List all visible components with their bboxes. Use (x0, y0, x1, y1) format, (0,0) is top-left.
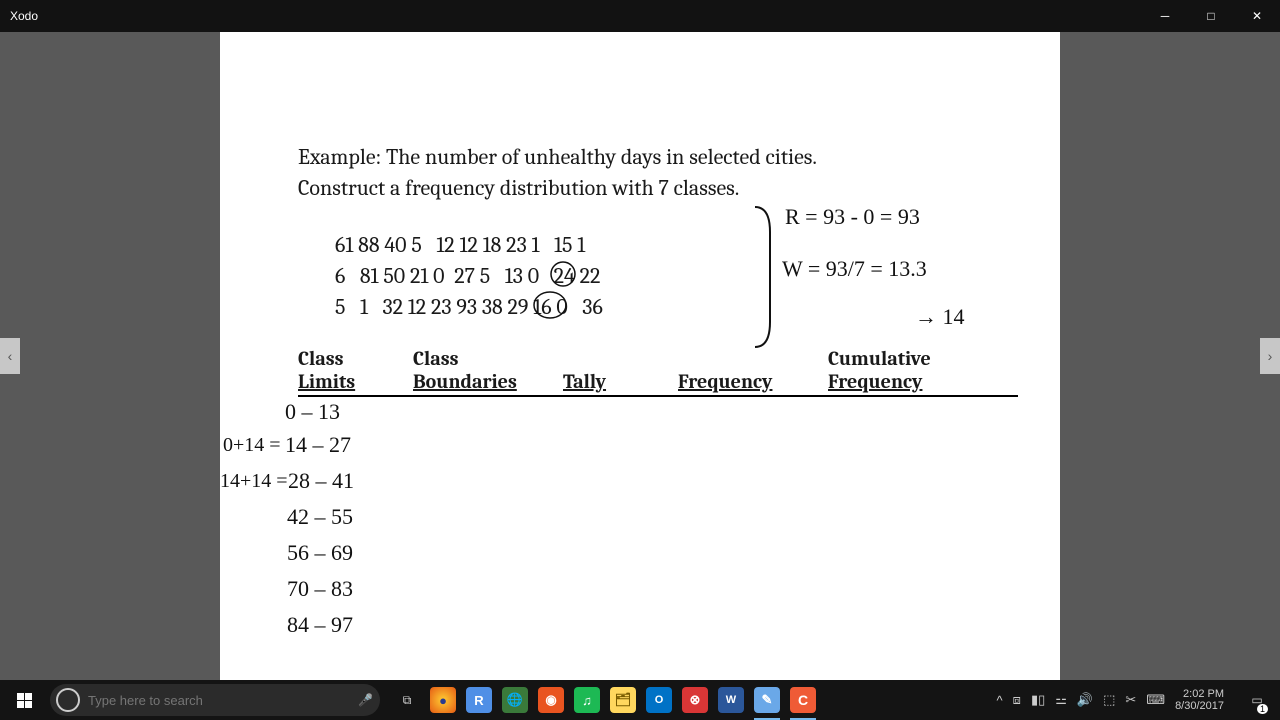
th-class-limits: Class Limits (298, 347, 413, 395)
th-cumulative-frequency: Cumulative Frequency (828, 347, 948, 395)
taskbar-apps: ⧉ ● R 🌐 ◉ ♫ 🗂 O ⊗ W ✎ C (390, 680, 820, 720)
file-explorer-icon[interactable]: 🗂 (606, 680, 640, 720)
spotify-icon[interactable]: ♫ (570, 680, 604, 720)
hw-class-7: 84 – 97 (287, 610, 353, 640)
pdf-page: Example: The number of unhealthy days in… (220, 32, 1060, 680)
bracket-icon (750, 202, 780, 352)
hw-class-6: 70 – 83 (287, 574, 353, 604)
action-center-icon[interactable]: ▭ 1 (1240, 680, 1274, 720)
notification-badge: 1 (1257, 704, 1268, 714)
hw-width: W = 93/7 = 13.3 (782, 254, 927, 284)
minimize-button[interactable]: ─ (1142, 0, 1188, 32)
hw-class-1: 0 – 13 (285, 397, 340, 427)
app-title: Xodo (10, 9, 38, 23)
search-input[interactable] (88, 693, 328, 708)
clock-time: 2:02 PM (1175, 688, 1224, 700)
start-button[interactable] (0, 680, 48, 720)
hw-class-3-calc: 14+14 = (220, 468, 288, 495)
volume-icon[interactable]: 🔊 (1077, 692, 1093, 708)
next-page-button[interactable]: › (1260, 338, 1280, 374)
windows-logo-icon (17, 693, 32, 708)
wifi-icon[interactable]: ⚍ (1055, 692, 1067, 708)
hw-class-2: 14 – 27 (285, 430, 351, 460)
tray-icon-b[interactable]: ✂ (1125, 692, 1136, 708)
th-tally: Tally (563, 347, 678, 395)
hw-width-rounded: → 14 (915, 302, 965, 332)
mic-icon[interactable]: 🎤 (358, 693, 374, 707)
outlook-icon[interactable]: O (642, 680, 676, 720)
prompt-line1: Example: The number of unhealthy days in… (298, 144, 817, 170)
hw-class-4: 42 – 55 (287, 502, 353, 532)
prompt-line2: Construct a frequency distribution with … (298, 175, 739, 201)
data-row1: 61 88 40 5 12 12 18 23 1 15 1 (335, 232, 585, 258)
clock-date: 8/30/2017 (1175, 700, 1224, 712)
app-red-icon[interactable]: ⊗ (678, 680, 712, 720)
xodo-icon[interactable]: ✎ (750, 680, 784, 720)
hw-class-5: 56 – 69 (287, 538, 353, 568)
prev-page-button[interactable]: ‹ (0, 338, 20, 374)
tray-overflow-icon[interactable]: ^ (997, 693, 1003, 708)
ubuntu-icon[interactable]: ◉ (534, 680, 568, 720)
hw-class-3: 28 – 41 (288, 466, 354, 496)
circle-min-icon (548, 260, 578, 288)
firefox-icon[interactable]: ● (426, 680, 460, 720)
camtasia-icon[interactable]: C (786, 680, 820, 720)
keyboard-icon[interactable]: ⌨ (1146, 692, 1165, 708)
tray-icon-a[interactable]: ⬚ (1103, 692, 1115, 708)
system-tray: ^ ⧈ ▮▯ ⚍ 🔊 ⬚ ✂ ⌨ 2:02 PM 8/30/2017 ▭ 1 (997, 680, 1280, 720)
rstudio-icon[interactable]: R (462, 680, 496, 720)
circle-max-icon (532, 290, 568, 320)
task-view-button[interactable]: ⧉ (390, 680, 424, 720)
battery-icon[interactable]: ▮▯ (1031, 692, 1045, 708)
maximize-button[interactable]: □ (1188, 0, 1234, 32)
example-prompt: Example: The number of unhealthy days in… (298, 142, 998, 204)
word-icon[interactable]: W (714, 680, 748, 720)
close-button[interactable]: ✕ (1234, 0, 1280, 32)
hw-range: R = 93 - 0 = 93 (785, 202, 920, 232)
cortana-icon (56, 688, 80, 712)
taskbar-search[interactable]: 🎤 (50, 684, 380, 716)
th-class-boundaries: Class Boundaries (413, 347, 563, 395)
dropbox-icon[interactable]: ⧈ (1013, 692, 1021, 708)
document-viewport: ‹ › Example: The number of unhealthy day… (0, 32, 1280, 680)
titlebar: Xodo ─ □ ✕ (0, 0, 1280, 32)
taskbar-clock[interactable]: 2:02 PM 8/30/2017 (1175, 688, 1224, 712)
frequency-table-header: Class Limits Class Boundaries Tally Freq… (298, 347, 1018, 397)
taskbar: 🎤 ⧉ ● R 🌐 ◉ ♫ 🗂 O ⊗ W ✎ C ^ ⧈ ▮▯ ⚍ 🔊 ⬚ ✂… (0, 680, 1280, 720)
window-controls: ─ □ ✕ (1142, 0, 1280, 32)
th-frequency: Frequency (678, 347, 828, 395)
hw-class-2-calc: 0+14 = (223, 432, 281, 459)
browser-icon[interactable]: 🌐 (498, 680, 532, 720)
